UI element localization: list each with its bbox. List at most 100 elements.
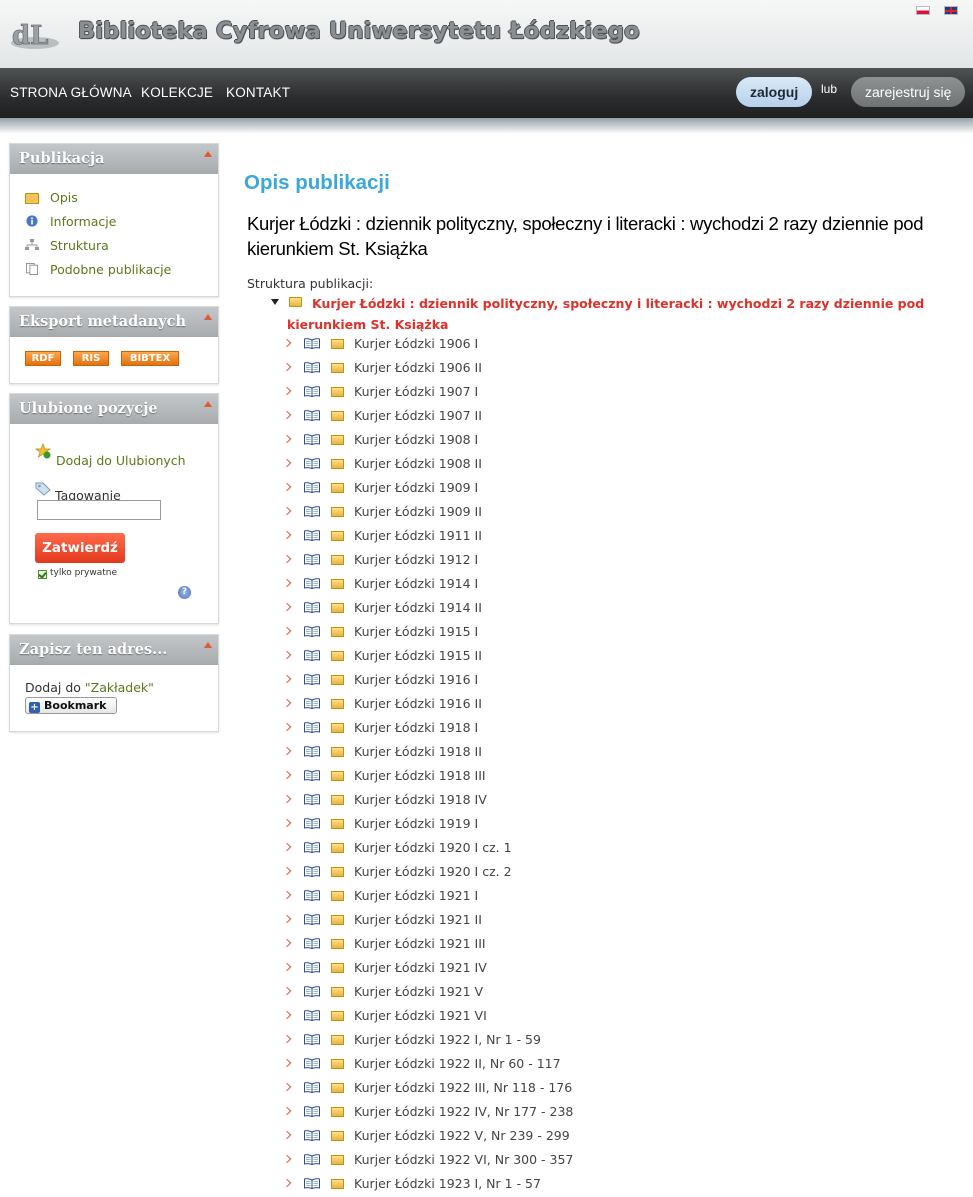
tree-item-label[interactable]: Kurjer Łódzki 1918 IV: [354, 792, 487, 807]
expand-chevron-icon[interactable]: [282, 722, 292, 732]
sidebar-link-similar[interactable]: Podobne publikacje: [50, 262, 171, 277]
tree-item[interactable]: Kurjer Łódzki 1922 I, Nr 1 - 59: [0, 1031, 973, 1053]
tree-item-label[interactable]: Kurjer Łódzki 1909 I: [354, 480, 478, 495]
tree-item-label[interactable]: Kurjer Łódzki 1921 IV: [354, 960, 487, 975]
tree-item-label[interactable]: Kurjer Łódzki 1906 II: [354, 360, 482, 375]
sidebar-link-struktura[interactable]: Struktura: [50, 238, 109, 253]
expand-chevron-icon[interactable]: [282, 914, 292, 924]
register-button[interactable]: zarejestruj się: [851, 77, 966, 107]
open-book-icon[interactable]: [304, 578, 320, 589]
tree-item[interactable]: Kurjer Łódzki 1921 I: [0, 887, 973, 909]
tree-item-label[interactable]: Kurjer Łódzki 1922 VI, Nr 300 - 357: [354, 1152, 573, 1167]
expand-chevron-icon[interactable]: [282, 578, 292, 588]
tree-item[interactable]: Kurjer Łódzki 1923 I, Nr 1 - 57: [0, 1175, 973, 1197]
tree-item-label[interactable]: Kurjer Łódzki 1921 II: [354, 912, 482, 927]
tree-item[interactable]: Kurjer Łódzki 1909 II: [0, 503, 973, 525]
open-book-icon[interactable]: [304, 362, 320, 373]
open-book-icon[interactable]: [304, 410, 320, 421]
site-title[interactable]: Biblioteka Cyfrowa Uniwersytetu Łódzkieg…: [78, 18, 640, 44]
tree-item-label[interactable]: Kurjer Łódzki 1914 I: [354, 576, 478, 591]
expand-chevron-icon[interactable]: [282, 1010, 292, 1020]
tree-item[interactable]: Kurjer Łódzki 1914 I: [0, 575, 973, 597]
tree-item-label[interactable]: Kurjer Łódzki 1921 VI: [354, 1008, 487, 1023]
open-book-icon[interactable]: [304, 1130, 320, 1141]
tree-item-label[interactable]: Kurjer Łódzki 1912 I: [354, 552, 478, 567]
open-book-icon[interactable]: [304, 938, 320, 949]
expand-chevron-icon[interactable]: [282, 338, 292, 348]
tree-item-label[interactable]: Kurjer Łódzki 1906 I: [354, 336, 478, 351]
open-book-icon[interactable]: [304, 1178, 320, 1189]
tree-item[interactable]: Kurjer Łódzki 1907 II: [0, 407, 973, 429]
tree-item[interactable]: Kurjer Łódzki 1915 I: [0, 623, 973, 645]
tree-item-label[interactable]: Kurjer Łódzki 1922 II, Nr 60 - 117: [354, 1056, 561, 1071]
expand-chevron-icon[interactable]: [282, 554, 292, 564]
tree-item-label[interactable]: Kurjer Łódzki 1908 II: [354, 456, 482, 471]
tree-item-label[interactable]: Kurjer Łódzki 1922 III, Nr 118 - 176: [354, 1080, 572, 1095]
tree-item[interactable]: Kurjer Łódzki 1919 I: [0, 815, 973, 837]
expand-chevron-icon[interactable]: [282, 866, 292, 876]
tree-item-label[interactable]: Kurjer Łódzki 1922 I, Nr 1 - 59: [354, 1032, 541, 1047]
tree-item[interactable]: Kurjer Łódzki 1916 I: [0, 671, 973, 693]
expand-chevron-icon[interactable]: [282, 770, 292, 780]
expand-chevron-icon[interactable]: [282, 794, 292, 804]
tree-item-label[interactable]: Kurjer Łódzki 1907 I: [354, 384, 478, 399]
open-book-icon[interactable]: [304, 818, 320, 829]
tree-item-label[interactable]: Kurjer Łódzki 1921 V: [354, 984, 483, 999]
tree-item-label[interactable]: Kurjer Łódzki 1920 I cz. 2: [354, 864, 512, 879]
pl-flag-icon[interactable]: [916, 6, 930, 15]
expand-chevron-icon[interactable]: [282, 530, 292, 540]
open-book-icon[interactable]: [304, 458, 320, 469]
open-book-icon[interactable]: [304, 842, 320, 853]
tree-item[interactable]: Kurjer Łódzki 1921 III: [0, 935, 973, 957]
open-book-icon[interactable]: [304, 1034, 320, 1045]
tree-root-title[interactable]: Kurjer Łódzki : dziennik polityczny, spo…: [287, 293, 962, 335]
tree-item-label[interactable]: Kurjer Łódzki 1914 II: [354, 600, 482, 615]
tree-item[interactable]: Kurjer Łódzki 1909 I: [0, 479, 973, 501]
tree-item[interactable]: Kurjer Łódzki 1908 I: [0, 431, 973, 453]
tree-item-label[interactable]: Kurjer Łódzki 1908 I: [354, 432, 478, 447]
tree-item[interactable]: Kurjer Łódzki 1922 IV, Nr 177 - 238: [0, 1103, 973, 1125]
open-book-icon[interactable]: [304, 434, 320, 445]
nav-collections[interactable]: KOLEKCJE: [141, 85, 213, 100]
open-book-icon[interactable]: [304, 602, 320, 613]
tree-item[interactable]: Kurjer Łódzki 1918 IV: [0, 791, 973, 813]
tree-item-label[interactable]: Kurjer Łódzki 1919 I: [354, 816, 478, 831]
tree-item-label[interactable]: Kurjer Łódzki 1915 II: [354, 648, 482, 663]
expand-chevron-icon[interactable]: [282, 698, 292, 708]
open-book-icon[interactable]: [304, 1106, 320, 1117]
open-book-icon[interactable]: [304, 386, 320, 397]
tree-item[interactable]: Kurjer Łódzki 1918 I: [0, 719, 973, 741]
tree-item-label[interactable]: Kurjer Łódzki 1907 II: [354, 408, 482, 423]
open-book-icon[interactable]: [304, 698, 320, 709]
open-book-icon[interactable]: [304, 1154, 320, 1165]
en-flag-icon[interactable]: [944, 6, 958, 15]
login-button[interactable]: zaloguj: [736, 77, 813, 107]
tree-item-label[interactable]: Kurjer Łódzki 1922 V, Nr 239 - 299: [354, 1128, 570, 1143]
expand-chevron-icon[interactable]: [282, 602, 292, 612]
open-book-icon[interactable]: [304, 506, 320, 517]
tree-item[interactable]: Kurjer Łódzki 1907 I: [0, 383, 973, 405]
open-book-icon[interactable]: [304, 722, 320, 733]
open-book-icon[interactable]: [304, 338, 320, 349]
tree-item[interactable]: Kurjer Łódzki 1920 I cz. 2: [0, 863, 973, 885]
expand-chevron-icon[interactable]: [282, 1106, 292, 1116]
tree-item-label[interactable]: Kurjer Łódzki 1915 I: [354, 624, 478, 639]
tree-item[interactable]: Kurjer Łódzki 1921 VI: [0, 1007, 973, 1029]
tree-item-label[interactable]: Kurjer Łódzki 1918 II: [354, 744, 482, 759]
tree-item[interactable]: Kurjer Łódzki 1922 VI, Nr 300 - 357: [0, 1151, 973, 1173]
expand-chevron-icon[interactable]: [282, 1082, 292, 1092]
tree-item[interactable]: Kurjer Łódzki 1921 II: [0, 911, 973, 933]
open-book-icon[interactable]: [304, 890, 320, 901]
open-book-icon[interactable]: [304, 626, 320, 637]
expand-chevron-icon[interactable]: [282, 1154, 292, 1164]
tree-item-label[interactable]: Kurjer Łódzki 1922 IV, Nr 177 - 238: [354, 1104, 573, 1119]
tree-item[interactable]: Kurjer Łódzki 1922 III, Nr 118 - 176: [0, 1079, 973, 1101]
open-book-icon[interactable]: [304, 554, 320, 565]
open-book-icon[interactable]: [304, 674, 320, 685]
open-book-icon[interactable]: [304, 794, 320, 805]
expand-chevron-icon[interactable]: [282, 1130, 292, 1140]
tree-item-label[interactable]: Kurjer Łódzki 1916 II: [354, 696, 482, 711]
tree-item[interactable]: Kurjer Łódzki 1906 II: [0, 359, 973, 381]
open-book-icon[interactable]: [304, 914, 320, 925]
expand-chevron-icon[interactable]: [282, 986, 292, 996]
